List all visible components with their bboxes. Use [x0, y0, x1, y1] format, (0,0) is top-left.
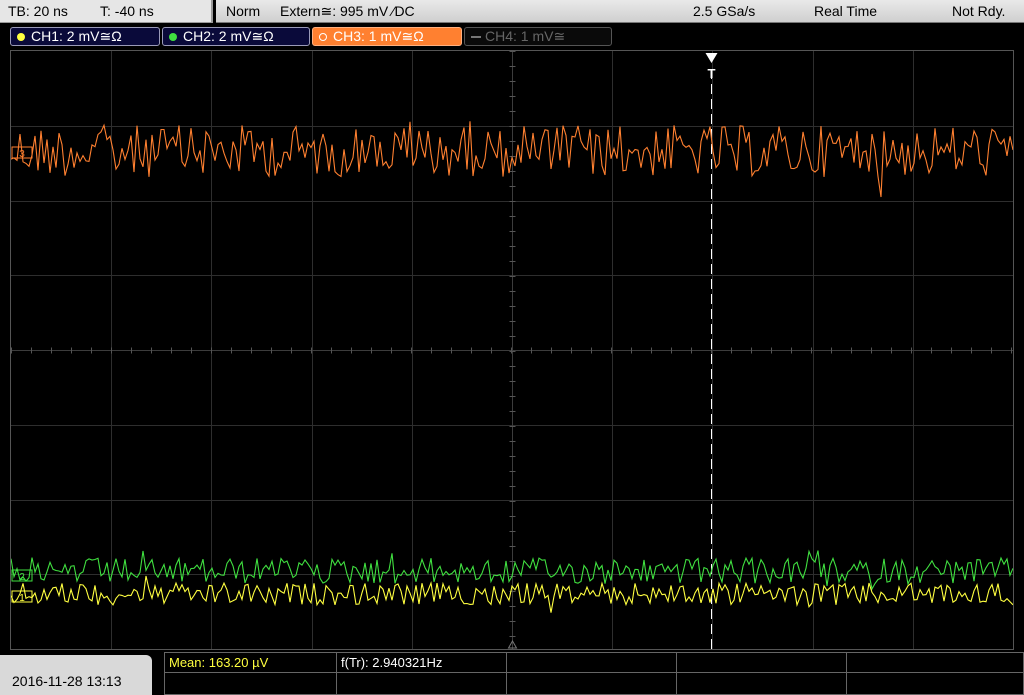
- timebase-box[interactable]: TB: 20 ns T: -40 ns: [0, 0, 213, 23]
- measurement-cell-freq[interactable]: f(Tr): 2.940321Hz: [337, 653, 507, 673]
- channel-1-marker-label: 1: [19, 593, 25, 604]
- channel-1-dot-icon: [17, 33, 25, 41]
- measurement-cell-empty[interactable]: [847, 673, 1023, 694]
- measurement-cell-empty[interactable]: [337, 673, 507, 694]
- measurement-cell-empty[interactable]: [507, 653, 677, 673]
- measurement-cell-empty[interactable]: [677, 653, 847, 673]
- channel-4-button[interactable]: CH4: 1 mV≅: [464, 27, 612, 46]
- channel-1-button[interactable]: CH1: 2 mV≅Ω: [10, 27, 160, 46]
- status-bar: TB: 20 ns T: -40 ns Norm Extern≅: 995 mV…: [0, 0, 1024, 24]
- measurement-cell-empty[interactable]: [165, 673, 337, 694]
- trigger-source: Extern≅: 995 mV ⁄DC: [280, 3, 415, 19]
- channel-2-label: CH2: 2 mV≅Ω: [183, 28, 274, 44]
- waveform-display[interactable]: T 3 2 1: [10, 50, 1014, 650]
- measurement-cell-empty[interactable]: [847, 653, 1023, 673]
- channel-2-dot-icon: [169, 33, 177, 41]
- channel-3-label: CH3: 1 mV≅Ω: [333, 28, 424, 44]
- channel-3-button[interactable]: CH3: 1 mV≅Ω: [312, 27, 462, 46]
- channel-4-dash-icon: [471, 36, 481, 38]
- trigger-frequency: f(Tr): 2.940321Hz: [341, 655, 443, 670]
- mean-measurement: Mean: 163.20 µV: [169, 655, 269, 670]
- measurement-cell-mean[interactable]: Mean: 163.20 µV: [165, 653, 337, 673]
- channel-4-label: CH4: 1 mV≅: [485, 28, 566, 44]
- waveform-canvas: T 3 2 1: [11, 51, 1013, 649]
- trigger-mode: Norm: [226, 3, 261, 19]
- graticule: [11, 51, 1013, 649]
- run-state: Not Rdy.: [952, 3, 1006, 19]
- channel-2-button[interactable]: CH2: 2 mV≅Ω: [162, 27, 310, 46]
- channel-1-level-marker[interactable]: 1: [11, 590, 33, 604]
- channel-3-dot-icon: [319, 33, 327, 41]
- measurement-cell-empty[interactable]: [677, 673, 847, 694]
- channel-2-marker-label: 2: [19, 572, 25, 583]
- sample-rate: 2.5 GSa/s: [693, 3, 756, 19]
- trigger-position-label: T: [708, 66, 716, 81]
- acquisition-info[interactable]: Norm Extern≅: 995 mV ⁄DC 2.5 GSa/s Real …: [216, 0, 1024, 23]
- measurement-cell-empty[interactable]: [507, 673, 677, 694]
- channel-bar: CH1: 2 mV≅Ω CH2: 2 mV≅Ω CH3: 1 mV≅Ω CH4:…: [0, 24, 1024, 48]
- datetime-box: 2016-11-28 13:13: [0, 655, 152, 695]
- trigger-position-icon[interactable]: [705, 53, 718, 63]
- channel-3-marker-label: 3: [19, 149, 25, 160]
- trigger-offset-readout: T: -40 ns: [100, 3, 154, 19]
- datetime: 2016-11-28 13:13: [12, 673, 122, 689]
- timebase-readout: TB: 20 ns: [8, 3, 68, 19]
- acquisition-mode: Real Time: [814, 3, 878, 19]
- channel-3-level-marker[interactable]: 3: [11, 146, 33, 160]
- measurement-panel[interactable]: Mean: 163.20 µV f(Tr): 2.940321Hz: [164, 652, 1024, 695]
- channel-1-label: CH1: 2 mV≅Ω: [31, 28, 122, 44]
